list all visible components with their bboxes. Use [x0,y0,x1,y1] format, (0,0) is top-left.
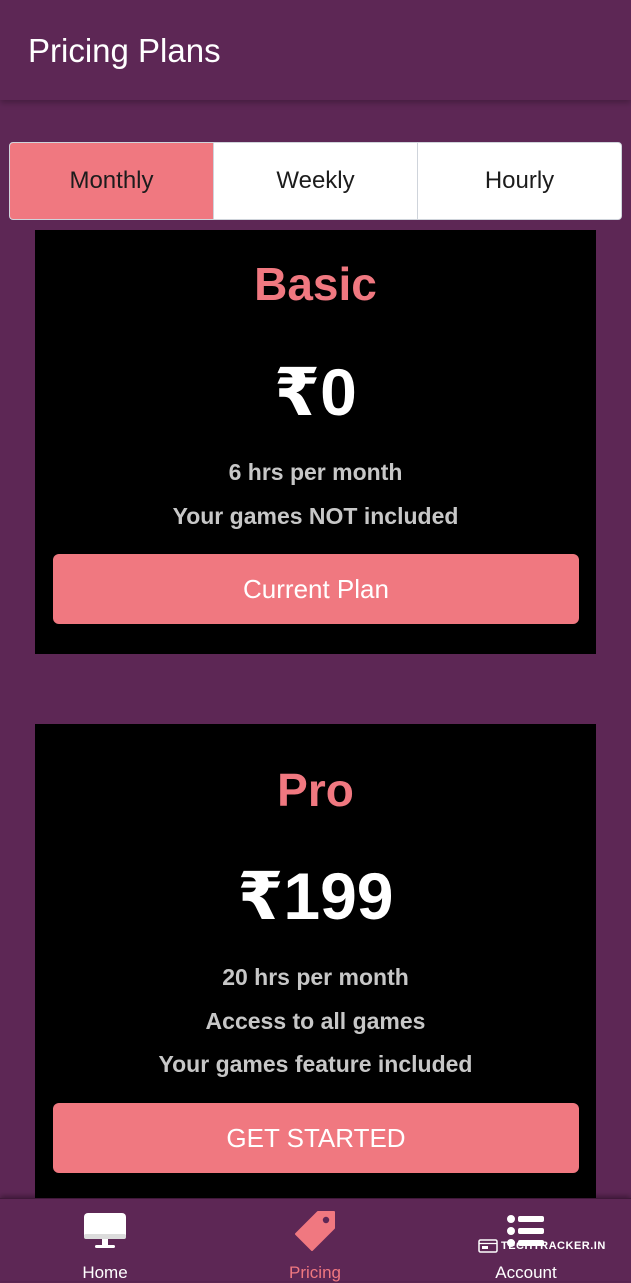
get-started-button[interactable]: GET STARTED [53,1103,579,1173]
current-plan-button[interactable]: Current Plan [53,554,579,624]
tab-monthly[interactable]: Monthly [10,143,214,219]
nav-label-account: Account [495,1263,557,1282]
plan-feature: Your games NOT included [172,503,459,529]
plan-feature: 20 hrs per month [222,964,409,990]
nav-label-home: Home [82,1263,128,1282]
plan-name: Pro [277,764,354,816]
plan-name: Basic [254,258,377,310]
plan-price: ₹199 [237,859,394,933]
tab-weekly[interactable]: Weekly [214,143,418,219]
plan-feature: 6 hrs per month [228,459,403,485]
plan-card-pro: Pro ₹199 20 hrs per month Access to all … [35,724,596,1204]
plan-feature: Your games feature included [158,1051,473,1077]
monitor-icon [82,1211,128,1251]
plan-price: ₹0 [274,355,357,429]
watermark: TECHTRACKER.IN [478,1238,606,1254]
nav-item-home[interactable]: Home [0,1199,210,1282]
app-bar: Pricing Plans [0,0,631,100]
browser-icon [478,1239,498,1253]
plan-card-basic: Basic ₹0 6 hrs per month Your games NOT … [35,230,596,654]
plan-feature: Access to all games [205,1008,426,1034]
watermark-text: TECHTRACKER.IN [501,1240,606,1252]
tab-hourly[interactable]: Hourly [418,143,621,219]
page-title: Pricing Plans [28,32,221,69]
nav-item-pricing[interactable]: Pricing [210,1199,420,1282]
billing-period-tabs: Monthly Weekly Hourly [9,142,622,220]
tag-icon [292,1211,338,1251]
nav-label-pricing: Pricing [289,1263,341,1282]
